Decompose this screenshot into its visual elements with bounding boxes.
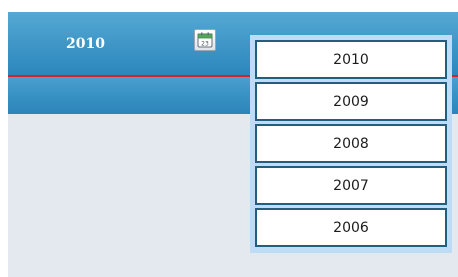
year-option-2010[interactable]: 2010 [255,40,447,79]
year-option-2007[interactable]: 2007 [255,166,447,205]
selected-year-label: 2010 [66,36,105,52]
svg-text:23: 23 [201,40,209,47]
year-option-2009[interactable]: 2009 [255,82,447,121]
year-dropdown: 2010 2009 2008 2007 2006 [250,35,452,253]
calendar-button[interactable]: 23 [194,29,216,51]
year-option-2008[interactable]: 2008 [255,124,447,163]
year-options-list: 2010 2009 2008 2007 2006 [255,40,447,247]
year-option-2006[interactable]: 2006 [255,208,447,247]
calendar-icon: 23 [197,32,213,48]
content-panel: 2010 23 2010 2009 2008 2007 2006 [8,12,458,277]
